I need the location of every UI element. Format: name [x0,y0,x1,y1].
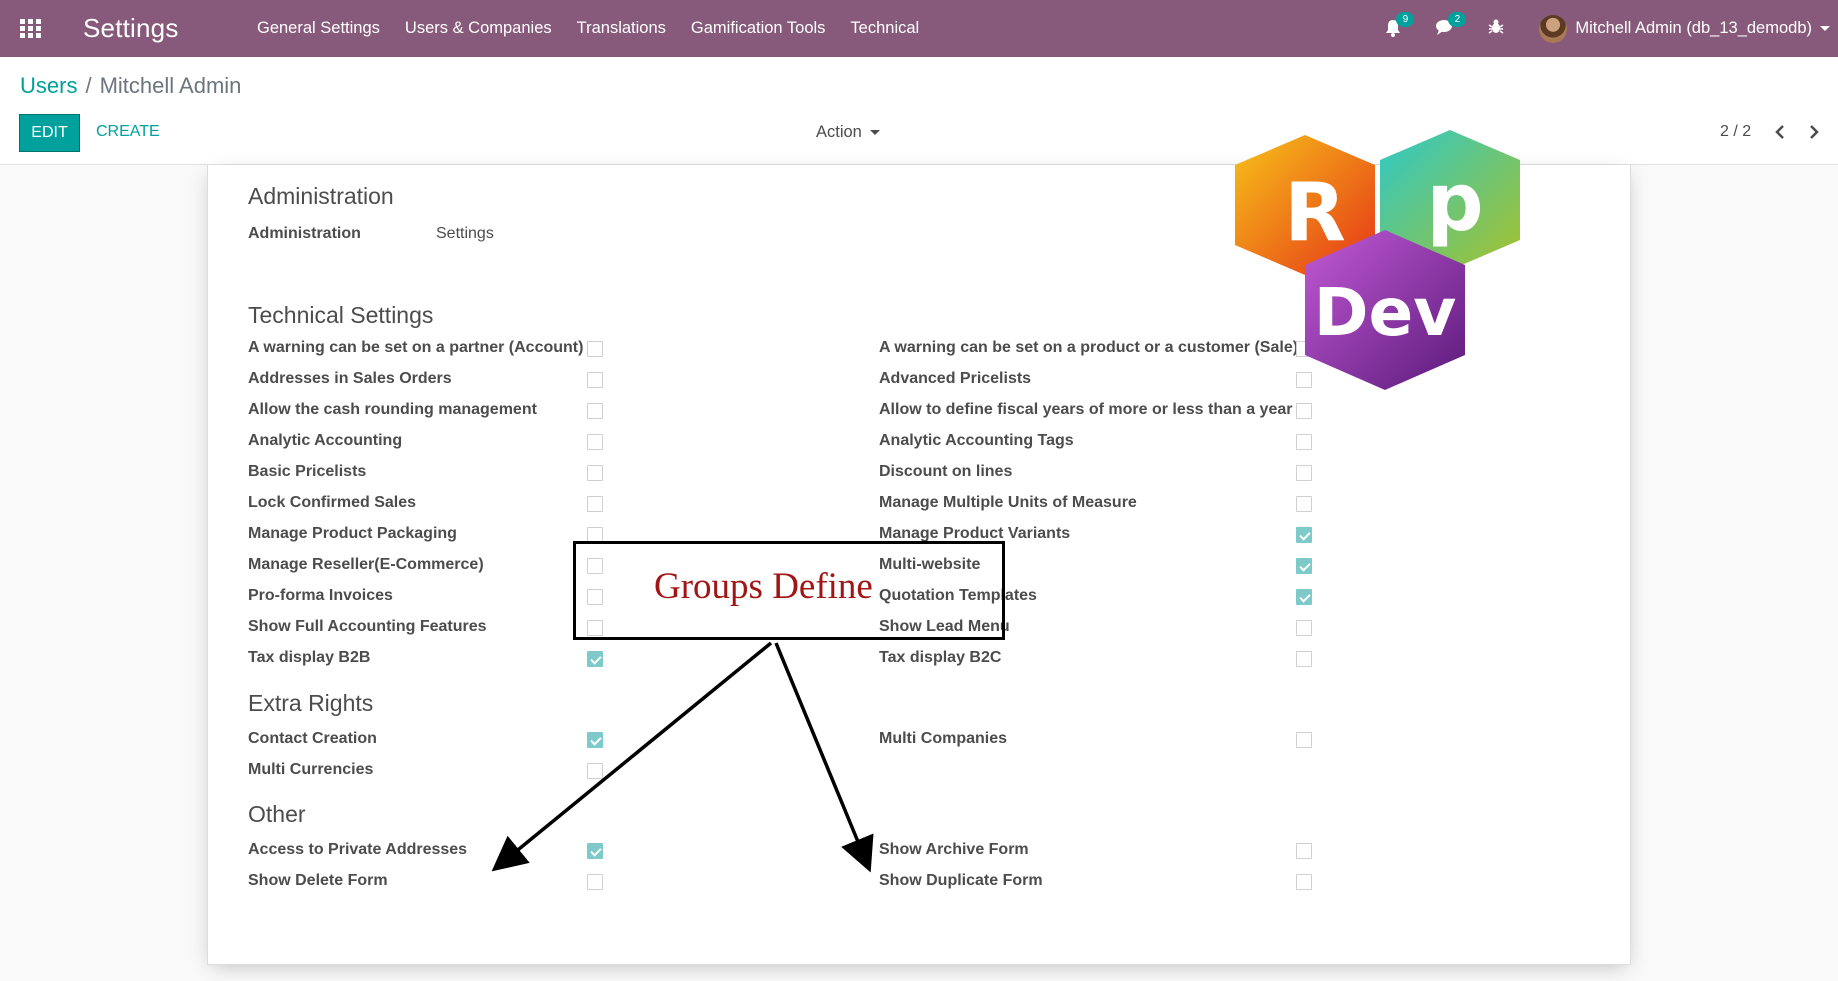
logo-letter-r: R [1284,166,1346,259]
field-label-advanced-pricelists: Advanced Pricelists [879,370,1032,387]
logo-word-dev: Dev [1314,274,1457,351]
field-label-show-duplicate-form: Show Duplicate Form [879,872,1043,889]
section-extra-rights-title: Extra Rights [248,690,374,716]
checkbox-quotation-templates[interactable] [1296,589,1312,605]
field-label-tax-display-b2c: Tax display B2C [879,649,1002,666]
notifications-count-badge: 9 [1396,11,1415,27]
field-label-manage-reseller-e-commerce: Manage Reseller(E-Commerce) [248,556,484,573]
field-label-multi-companies: Multi Companies [879,730,1008,747]
menu-general-settings[interactable]: General Settings [257,19,380,38]
checkbox-tax-display-b2c[interactable] [1296,651,1312,667]
avatar [1539,14,1568,43]
field-label-show-delete-form: Show Delete Form [248,872,388,889]
checkbox-analytic-accounting[interactable] [587,434,603,450]
checkbox-show-delete-form[interactable] [587,874,603,890]
app-title[interactable]: Settings [83,13,179,44]
checkbox-manage-product-variants[interactable] [1296,527,1312,543]
section-other-title: Other [248,801,306,827]
systray: 9 2 Mitchell Admin (db_13_demodb) [1383,0,1838,57]
menu-translations[interactable]: Translations [577,19,666,38]
chevron-down-icon [1820,26,1830,31]
field-label-analytic-accounting: Analytic Accounting [248,432,403,449]
checkbox-lock-confirmed-sales[interactable] [587,496,603,512]
field-label-analytic-accounting-tags: Analytic Accounting Tags [879,432,1074,449]
field-label-allow-the-cash-rounding-management: Allow the cash rounding management [248,401,537,418]
annotation-text: Groups Define [654,566,873,607]
control-panel: Users / Mitchell Admin EDIT CREATE Action … [0,57,1838,165]
checkbox-contact-creation[interactable] [587,732,603,748]
action-dropdown[interactable]: Action [816,123,880,142]
section-administration-title: Administration [248,183,394,209]
messages-count-badge: 2 [1448,11,1467,27]
section-technical-title: Technical Settings [248,302,434,328]
notifications-bell-icon[interactable]: 9 [1383,11,1415,40]
user-name: Mitchell Admin (db_13_demodb) [1575,19,1812,37]
menu-technical[interactable]: Technical [850,19,919,38]
field-label-show-full-accounting-features: Show Full Accounting Features [248,618,487,635]
checkbox-allow-the-cash-rounding-management[interactable] [587,403,603,419]
administration-field-label: Administration [248,225,361,242]
field-label-lock-confirmed-sales: Lock Confirmed Sales [248,494,417,511]
field-label-addresses-in-sales-orders: Addresses in Sales Orders [248,370,452,387]
checkbox-multi-website[interactable] [1296,558,1312,574]
checkbox-access-to-private-addresses[interactable] [587,843,603,859]
breadcrumb-users[interactable]: Users [20,73,77,98]
field-label-a-warning-can-be-set-on-a-partner-account: A warning can be set on a partner (Accou… [248,339,584,356]
debug-bug-icon[interactable] [1487,18,1509,40]
pager-value[interactable]: 2 / 2 [1720,123,1751,141]
create-button[interactable]: CREATE [96,123,160,141]
checkbox-basic-pricelists[interactable] [587,465,603,481]
rpdev-logo: R p Dev [1235,130,1520,390]
chevron-left-icon [1775,125,1784,139]
pager-next-button[interactable] [1804,121,1824,143]
checkbox-tax-display-b2b[interactable] [587,651,603,667]
checkbox-analytic-accounting-tags[interactable] [1296,434,1312,450]
field-label-multi-currencies: Multi Currencies [248,761,374,778]
checkbox-multi-currencies[interactable] [587,763,603,779]
field-label-pro-forma-invoices: Pro-forma Invoices [248,587,393,604]
field-label-contact-creation: Contact Creation [248,730,377,747]
field-label-basic-pricelists: Basic Pricelists [248,463,367,480]
logo-letter-p: p [1426,156,1483,249]
checkbox-show-lead-menu[interactable] [1296,620,1312,636]
messages-chat-icon[interactable]: 2 [1435,11,1467,40]
edit-button[interactable]: EDIT [19,114,80,152]
field-label-access-to-private-addresses: Access to Private Addresses [248,841,468,858]
checkbox-multi-companies[interactable] [1296,732,1312,748]
checkbox-show-archive-form[interactable] [1296,843,1312,859]
checkbox-show-duplicate-form[interactable] [1296,874,1312,890]
field-label-manage-multiple-units-of-measure: Manage Multiple Units of Measure [879,494,1137,511]
menu-users-companies[interactable]: Users & Companies [405,19,552,38]
action-label: Action [816,123,862,141]
checkbox-a-warning-can-be-set-on-a-partner-account[interactable] [587,341,603,357]
breadcrumb-separator: / [85,73,92,98]
checkbox-discount-on-lines[interactable] [1296,465,1312,481]
field-label-allow-to-define-fiscal-years-of-more-or-less-than-a-year: Allow to define fiscal years of more or … [879,401,1293,418]
administration-field-value[interactable]: Settings [436,225,494,243]
user-menu[interactable]: Mitchell Admin (db_13_demodb) [1539,14,1830,43]
chevron-right-icon [1810,125,1819,139]
top-menu: General Settings Users & Companies Trans… [257,19,944,38]
field-label-discount-on-lines: Discount on lines [879,463,1013,480]
field-label-manage-product-packaging: Manage Product Packaging [248,525,457,542]
top-navbar: Settings General Settings Users & Compan… [0,0,1838,57]
breadcrumb: Users / Mitchell Admin [20,73,241,99]
chevron-down-icon [869,130,880,136]
apps-grid-icon[interactable] [20,19,42,38]
field-label-show-archive-form: Show Archive Form [879,841,1029,858]
menu-gamification-tools[interactable]: Gamification Tools [691,19,826,38]
breadcrumb-current: Mitchell Admin [99,73,242,98]
checkbox-addresses-in-sales-orders[interactable] [587,372,603,388]
pager-previous-button[interactable] [1770,121,1790,143]
checkbox-manage-multiple-units-of-measure[interactable] [1296,496,1312,512]
field-label-tax-display-b2b: Tax display B2B [248,649,371,666]
